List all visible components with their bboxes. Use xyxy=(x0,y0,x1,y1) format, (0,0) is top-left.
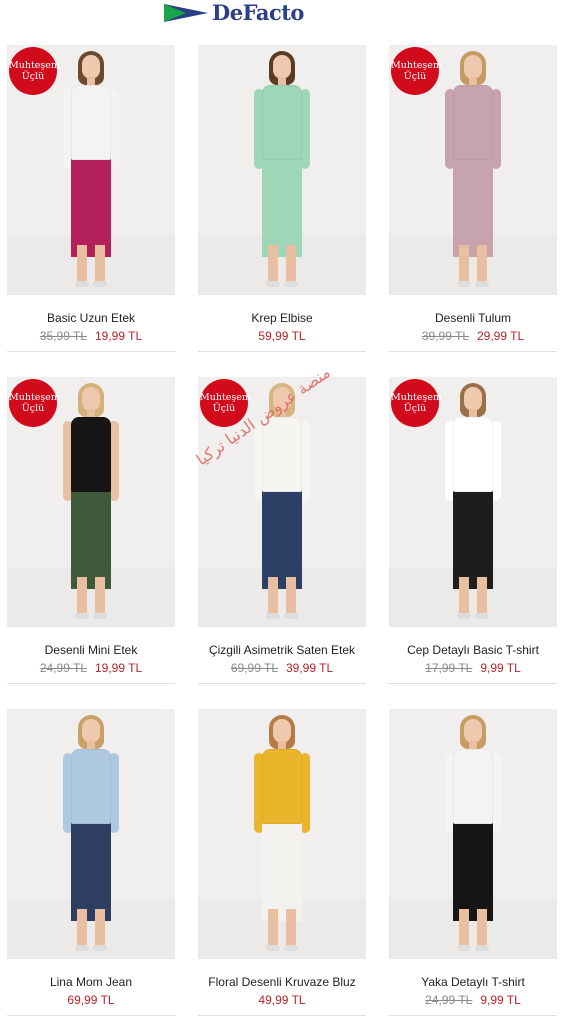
product-name[interactable]: Cep Detaylı Basic T-shirt xyxy=(369,643,568,657)
divider xyxy=(389,683,557,684)
divider xyxy=(198,683,366,684)
promo-badge: Muhteşem Üçlü xyxy=(391,47,442,95)
product-prices: 35,99 TL 19,99 TL xyxy=(0,329,195,343)
badge-line2: Üçlü xyxy=(21,71,45,82)
divider xyxy=(389,1015,557,1016)
product-grid: Muhteşem Üçlü Basic Uzun Etek 35,99 TL 19… xyxy=(0,0,568,1024)
model-figure xyxy=(423,377,523,627)
product-prices: 69,99 TL xyxy=(0,993,195,1007)
current-price: 39,99 TL xyxy=(286,661,334,675)
badge-line1: Muhteşem xyxy=(9,60,60,71)
product-image[interactable]: Muhteşem Üçlü xyxy=(7,377,175,627)
product-name[interactable]: Floral Desenli Kruvaze Bluz xyxy=(178,975,386,989)
badge-line1: Muhteşem xyxy=(200,392,251,403)
product-prices: 39,99 TL 29,99 TL xyxy=(369,329,568,343)
badge-line2: Üçlü xyxy=(212,403,236,414)
promo-badge: Muhteşem Üçlü xyxy=(391,379,442,427)
model-figure xyxy=(423,45,523,295)
badge-line1: Muhteşem xyxy=(391,392,442,403)
product-name[interactable]: Basic Uzun Etek xyxy=(0,311,195,325)
promo-badge: Muhteşem Üçlü xyxy=(9,47,60,95)
old-price: 69,99 TL xyxy=(230,661,278,675)
divider xyxy=(7,1015,175,1016)
model-figure xyxy=(423,709,523,959)
product-image[interactable]: Muhteşem Üçlü xyxy=(198,377,366,627)
divider xyxy=(7,351,175,352)
old-price: 17,99 TL xyxy=(425,661,473,675)
product-prices: 59,99 TL xyxy=(178,329,386,343)
current-price: 29,99 TL xyxy=(477,329,525,343)
product-name[interactable]: Yaka Detaylı T-shirt xyxy=(369,975,568,989)
current-price: 9,99 TL xyxy=(480,661,521,675)
divider xyxy=(389,351,557,352)
product-image[interactable]: Muhteşem Üçlü xyxy=(389,377,557,627)
badge-line1: Muhteşem xyxy=(9,392,60,403)
product-name[interactable]: Krep Elbise xyxy=(178,311,386,325)
product-prices: 69,99 TL 39,99 TL xyxy=(178,661,386,675)
current-price: 49,99 TL xyxy=(258,993,306,1007)
divider xyxy=(198,351,366,352)
promo-badge: Muhteşem Üçlü xyxy=(9,379,60,427)
product-image[interactable] xyxy=(389,709,557,959)
product-image[interactable] xyxy=(198,45,366,295)
product-prices: 24,99 TL 19,99 TL xyxy=(0,661,195,675)
product-image[interactable]: Muhteşem Üçlü xyxy=(7,45,175,295)
model-figure xyxy=(232,45,332,295)
badge-line2: Üçlü xyxy=(403,71,427,82)
product-name[interactable]: Lina Mom Jean xyxy=(0,975,195,989)
product-image[interactable]: Muhteşem Üçlü xyxy=(389,45,557,295)
product-name[interactable]: Çizgili Asimetrik Saten Etek xyxy=(178,643,386,657)
current-price: 19,99 TL xyxy=(95,329,143,343)
badge-line1: Muhteşem xyxy=(391,60,442,71)
model-figure xyxy=(232,709,332,959)
current-price: 19,99 TL xyxy=(95,661,143,675)
product-name[interactable]: Desenli Mini Etek xyxy=(0,643,195,657)
current-price: 9,99 TL xyxy=(480,993,521,1007)
current-price: 69,99 TL xyxy=(67,993,115,1007)
current-price: 59,99 TL xyxy=(258,329,306,343)
old-price: 24,99 TL xyxy=(39,661,87,675)
product-prices: 17,99 TL 9,99 TL xyxy=(369,661,568,675)
divider xyxy=(7,683,175,684)
old-price: 24,99 TL xyxy=(425,993,473,1007)
model-figure xyxy=(41,709,141,959)
badge-line2: Üçlü xyxy=(403,403,427,414)
old-price: 39,99 TL xyxy=(421,329,469,343)
product-image[interactable] xyxy=(198,709,366,959)
model-figure xyxy=(41,377,141,627)
product-name[interactable]: Desenli Tulum xyxy=(369,311,568,325)
product-image[interactable] xyxy=(7,709,175,959)
old-price: 35,99 TL xyxy=(39,329,87,343)
divider xyxy=(198,1015,366,1016)
model-figure xyxy=(41,45,141,295)
product-prices: 49,99 TL xyxy=(178,993,386,1007)
product-prices: 24,99 TL 9,99 TL xyxy=(369,993,568,1007)
badge-line2: Üçlü xyxy=(21,403,45,414)
